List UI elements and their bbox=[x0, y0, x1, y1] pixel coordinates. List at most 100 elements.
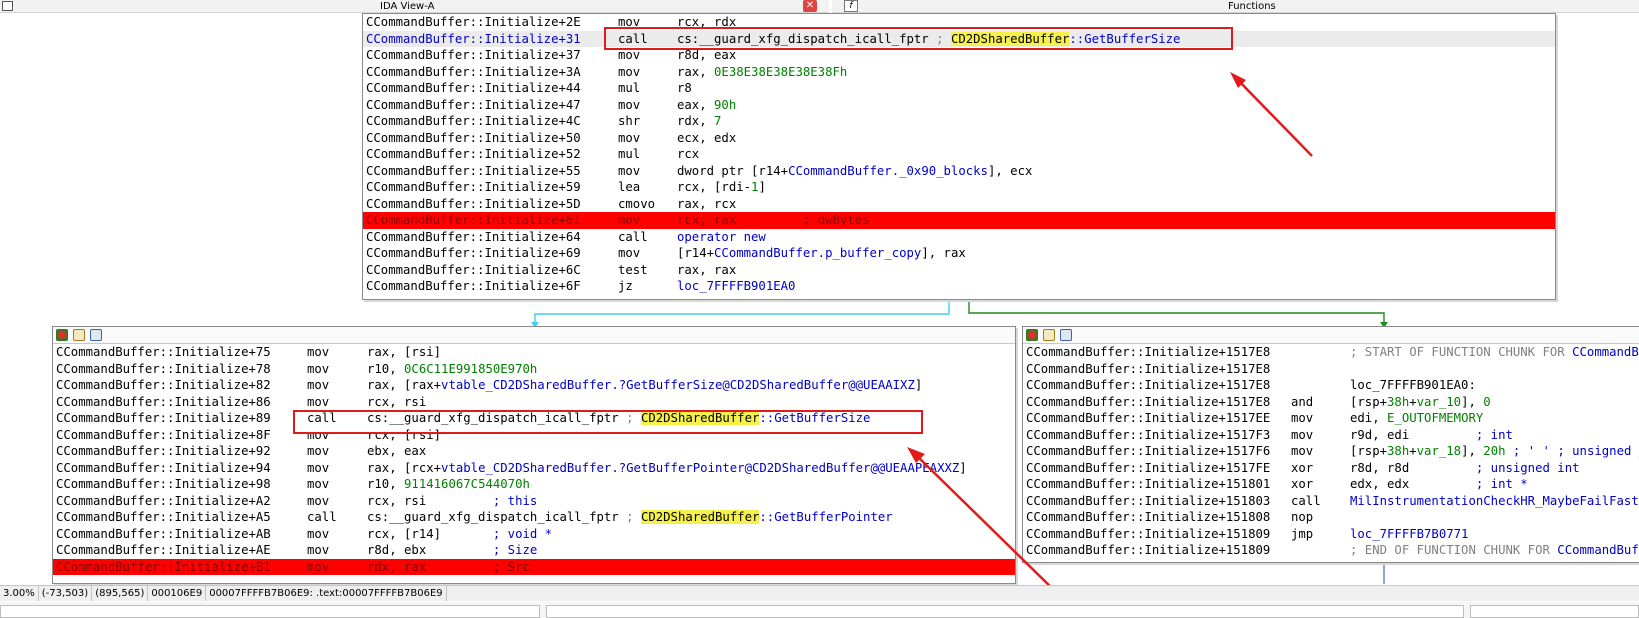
asm-row[interactable]: CCommandBuffer::Initialize+6C test rax, ra… bbox=[363, 262, 1555, 279]
asm-row[interactable]: CCommandBuffer::Initialize+69 mov [r14+CCo… bbox=[363, 245, 1555, 262]
rename-node-icon[interactable] bbox=[1043, 329, 1055, 341]
color-node-icon[interactable] bbox=[56, 329, 68, 341]
address-label[interactable]: CCommandBuffer::Initialize+151808 bbox=[1026, 509, 1270, 526]
address-label[interactable]: CCommandBuffer::Initialize+AB bbox=[56, 526, 271, 543]
asm-row[interactable]: CCommandBuffer::Initialize+5D cmovo rax, r… bbox=[363, 196, 1555, 213]
address-label[interactable]: CCommandBuffer::Initialize+AE bbox=[56, 542, 271, 559]
address-label[interactable]: CCommandBuffer::Initialize+59 bbox=[366, 179, 581, 196]
operand-token[interactable]: loc_7FFFFB7B0771 bbox=[1350, 527, 1468, 541]
address-label[interactable]: CCommandBuffer::Initialize+1517E8 bbox=[1026, 394, 1270, 411]
address-label[interactable]: CCommandBuffer::Initialize+151809 bbox=[1026, 526, 1270, 543]
asm-row[interactable]: CCommandBuffer::Initialize+AB mov rcx, [r1… bbox=[53, 526, 1015, 543]
address-label[interactable]: CCommandBuffer::Initialize+B1 bbox=[56, 559, 271, 576]
asm-row[interactable]: CCommandBuffer::Initialize+A2 mov rcx, rsi… bbox=[53, 493, 1015, 510]
asm-row[interactable]: CCommandBuffer::Initialize+98 mov r10, 911… bbox=[53, 476, 1015, 493]
graph-node-right[interactable]: CCommandBuffer::Initialize+1517E8 ; START… bbox=[1022, 326, 1639, 563]
operand-token[interactable]: CCommandBuffer._0x90_blocks bbox=[788, 164, 988, 178]
address-label[interactable]: CCommandBuffer::Initialize+4C bbox=[366, 113, 581, 130]
asm-row[interactable]: CCommandBuffer::Initialize+44 mul r8 bbox=[363, 80, 1555, 97]
asm-row[interactable]: CCommandBuffer::Initialize+59 lea rcx, [rd… bbox=[363, 179, 1555, 196]
address-label[interactable]: CCommandBuffer::Initialize+1517F6 bbox=[1026, 443, 1270, 460]
asm-row[interactable]: CCommandBuffer::Initialize+75 mov rax, [rs… bbox=[53, 344, 1015, 361]
operand-token[interactable]: CCommandBuffer::Initialize bbox=[1572, 345, 1639, 359]
address-label[interactable]: CCommandBuffer::Initialize+89 bbox=[56, 410, 271, 427]
address-label[interactable]: CCommandBuffer::Initialize+86 bbox=[56, 394, 271, 411]
address-label[interactable]: CCommandBuffer::Initialize+151809 bbox=[1026, 542, 1270, 559]
group-node-icon[interactable] bbox=[1060, 329, 1072, 341]
asm-row[interactable]: CCommandBuffer::Initialize+86 mov rcx, rsi bbox=[53, 394, 1015, 411]
asm-row[interactable]: CCommandBuffer::Initialize+1517FE xor r8d,… bbox=[1023, 460, 1639, 477]
asm-row[interactable]: CCommandBuffer::Initialize+1517E8 and [rsp… bbox=[1023, 394, 1639, 411]
graph-node-left[interactable]: CCommandBuffer::Initialize+75 mov rax, [rs… bbox=[52, 326, 1016, 584]
asm-row[interactable]: CCommandBuffer::Initialize+3A mov rax, 0E3… bbox=[363, 64, 1555, 81]
asm-row[interactable]: CCommandBuffer::Initialize+B1 mov rdx, rax… bbox=[53, 558, 1015, 576]
address-label[interactable]: CCommandBuffer::Initialize+8F bbox=[56, 427, 271, 444]
tertiary-panel[interactable] bbox=[1470, 605, 1639, 618]
address-label[interactable]: CCommandBuffer::Initialize+1517FE bbox=[1026, 460, 1270, 477]
address-label[interactable]: CCommandBuffer::Initialize+31 bbox=[366, 31, 581, 48]
asm-row[interactable]: CCommandBuffer::Initialize+A5 call cs:__gu… bbox=[53, 509, 1015, 526]
address-label[interactable]: CCommandBuffer::Initialize+1517F3 bbox=[1026, 427, 1270, 444]
operand-token[interactable]: vtable_CD2DSharedBuffer.?GetBufferPointe… bbox=[441, 461, 959, 475]
highlighted-symbol[interactable]: CD2DSharedBuffer bbox=[640, 510, 760, 524]
asm-row[interactable]: CCommandBuffer::Initialize+1517E8 loc_7FF… bbox=[1023, 377, 1639, 394]
address-label[interactable]: CCommandBuffer::Initialize+50 bbox=[366, 130, 581, 147]
asm-row[interactable]: CCommandBuffer::Initialize+AE mov r8d, ebx… bbox=[53, 542, 1015, 559]
address-label[interactable]: CCommandBuffer::Initialize+2E bbox=[366, 14, 581, 31]
address-label[interactable]: CCommandBuffer::Initialize+55 bbox=[366, 163, 581, 180]
asm-row[interactable]: CCommandBuffer::Initialize+1517EE mov edi,… bbox=[1023, 410, 1639, 427]
address-label[interactable]: CCommandBuffer::Initialize+64 bbox=[366, 229, 581, 246]
output-panel[interactable] bbox=[0, 605, 540, 618]
address-label[interactable]: CCommandBuffer::Initialize+52 bbox=[366, 146, 581, 163]
address-label[interactable]: CCommandBuffer::Initialize+78 bbox=[56, 361, 271, 378]
operand-token[interactable]: loc_7FFFFB901EA0 bbox=[677, 279, 795, 293]
graph-node-top[interactable]: CCommandBuffer::Initialize+2E mov rcx, rdx… bbox=[362, 13, 1556, 300]
asm-row[interactable]: CCommandBuffer::Initialize+55 mov dword pt… bbox=[363, 163, 1555, 180]
operand-token[interactable]: CCommandBuffer.p_buffer_copy bbox=[714, 246, 921, 260]
operand-token[interactable]: ::GetBufferPointer bbox=[759, 510, 892, 524]
address-label[interactable]: CCommandBuffer::Initialize+92 bbox=[56, 443, 271, 460]
asm-row[interactable]: CCommandBuffer::Initialize+50 mov ecx, edx bbox=[363, 130, 1555, 147]
address-label[interactable]: CCommandBuffer::Initialize+6F bbox=[366, 278, 581, 295]
asm-row[interactable]: CCommandBuffer::Initialize+92 mov ebx, eax bbox=[53, 443, 1015, 460]
address-label[interactable]: CCommandBuffer::Initialize+69 bbox=[366, 245, 581, 262]
asm-row[interactable]: CCommandBuffer::Initialize+6F jz loc_7FFFF… bbox=[363, 278, 1555, 295]
asm-row[interactable]: CCommandBuffer::Initialize+52 mul rcx bbox=[363, 146, 1555, 163]
address-label[interactable]: CCommandBuffer::Initialize+A2 bbox=[56, 493, 271, 510]
asm-row[interactable]: CCommandBuffer::Initialize+82 mov rax, [ra… bbox=[53, 377, 1015, 394]
address-label[interactable]: CCommandBuffer::Initialize+98 bbox=[56, 476, 271, 493]
asm-row[interactable]: CCommandBuffer::Initialize+94 mov rax, [rc… bbox=[53, 460, 1015, 477]
address-label[interactable]: CCommandBuffer::Initialize+6C bbox=[366, 262, 581, 279]
asm-row[interactable]: CCommandBuffer::Initialize+151809 ; END O… bbox=[1023, 542, 1639, 559]
address-label[interactable]: CCommandBuffer::Initialize+37 bbox=[366, 47, 581, 64]
address-label[interactable]: CCommandBuffer::Initialize+47 bbox=[366, 97, 581, 114]
operand-token[interactable]: MilInstrumentationCheckHR_MaybeFailFast bbox=[1350, 494, 1639, 508]
asm-row[interactable]: CCommandBuffer::Initialize+78 mov r10, 0C6… bbox=[53, 361, 1015, 378]
address-label[interactable]: CCommandBuffer::Initialize+61 bbox=[366, 212, 581, 229]
address-label[interactable]: CCommandBuffer::Initialize+94 bbox=[56, 460, 271, 477]
asm-row[interactable]: CCommandBuffer::Initialize+151801 xor edx,… bbox=[1023, 476, 1639, 493]
color-node-icon[interactable] bbox=[1026, 329, 1038, 341]
address-label[interactable]: CCommandBuffer::Initialize+151801 bbox=[1026, 476, 1270, 493]
asm-row[interactable]: CCommandBuffer::Initialize+1517E8 bbox=[1023, 361, 1639, 378]
address-label[interactable]: CCommandBuffer::Initialize+82 bbox=[56, 377, 271, 394]
address-label[interactable]: CCommandBuffer::Initialize+75 bbox=[56, 344, 271, 361]
secondary-panel[interactable] bbox=[546, 605, 1464, 618]
asm-row[interactable]: CCommandBuffer::Initialize+151803 call Mil… bbox=[1023, 493, 1639, 510]
asm-row[interactable]: CCommandBuffer::Initialize+151808 nop bbox=[1023, 509, 1639, 526]
operand-token[interactable]: operator new bbox=[677, 230, 766, 244]
operand-token[interactable]: CCommandBuffer::Initialize bbox=[1557, 543, 1639, 557]
address-label[interactable]: CCommandBuffer::Initialize+1517E8 bbox=[1026, 344, 1270, 361]
asm-row[interactable]: CCommandBuffer::Initialize+47 mov eax, 90h bbox=[363, 97, 1555, 114]
asm-row[interactable]: CCommandBuffer::Initialize+64 call operato… bbox=[363, 229, 1555, 246]
asm-row[interactable]: CCommandBuffer::Initialize+61 mov rcx, rax… bbox=[363, 212, 1555, 229]
address-label[interactable]: CCommandBuffer::Initialize+A5 bbox=[56, 509, 271, 526]
rename-node-icon[interactable] bbox=[73, 329, 85, 341]
asm-row[interactable]: CCommandBuffer::Initialize+1517F3 mov r9d,… bbox=[1023, 427, 1639, 444]
asm-row[interactable]: CCommandBuffer::Initialize+151809 jmp loc_… bbox=[1023, 526, 1639, 543]
address-label[interactable]: CCommandBuffer::Initialize+3A bbox=[366, 64, 581, 81]
address-label[interactable]: CCommandBuffer::Initialize+1517EE bbox=[1026, 410, 1270, 427]
address-label[interactable]: CCommandBuffer::Initialize+1517E8 bbox=[1026, 377, 1270, 394]
group-node-icon[interactable] bbox=[90, 329, 102, 341]
address-label[interactable]: CCommandBuffer::Initialize+1517E8 bbox=[1026, 361, 1270, 378]
